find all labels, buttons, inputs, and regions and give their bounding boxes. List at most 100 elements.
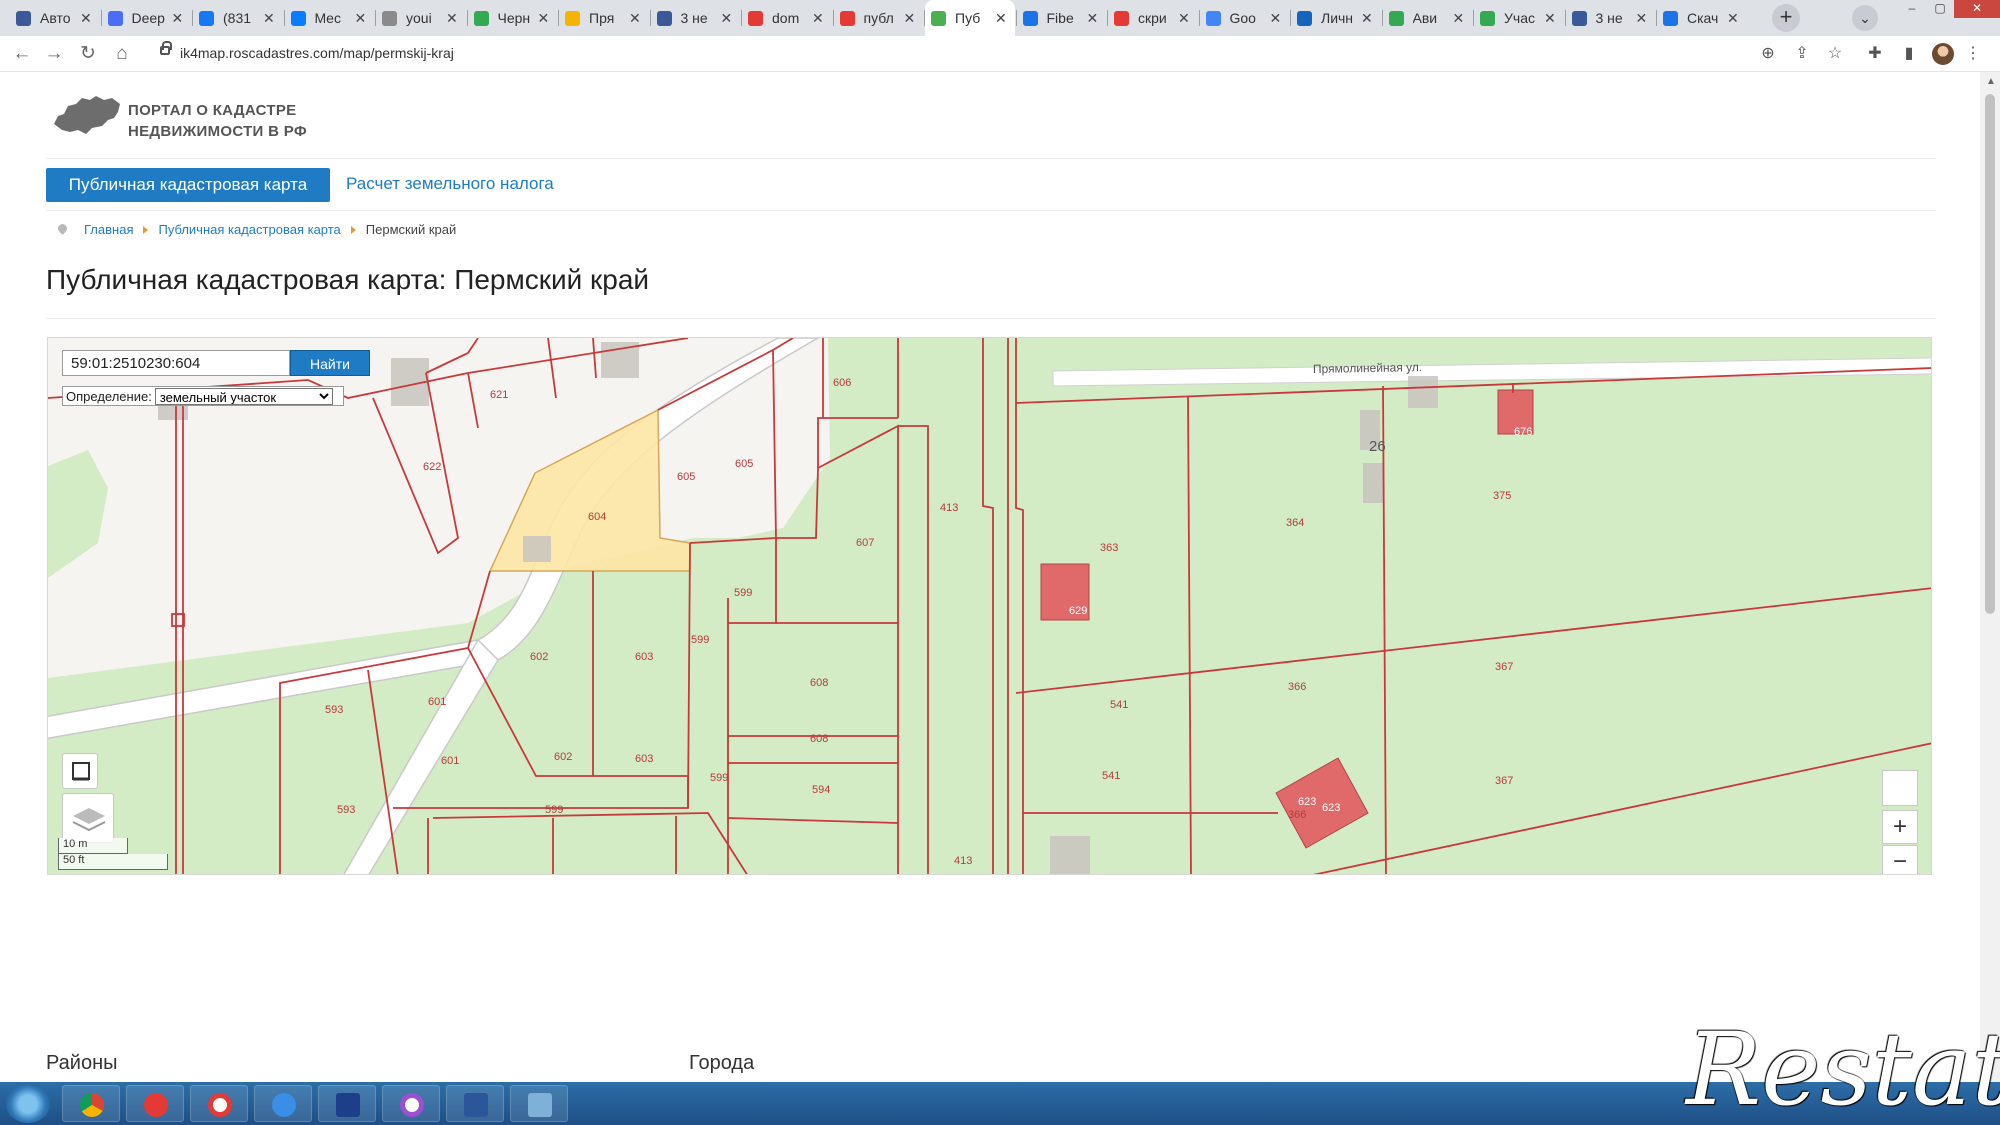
- tab-close-icon[interactable]: ✕: [538, 10, 550, 27]
- browser-tab[interactable]: Пуб ✕: [925, 0, 1015, 36]
- browser-tab[interactable]: скри ✕: [1108, 0, 1198, 36]
- measure-tool-button[interactable]: [62, 753, 98, 789]
- browser-tab[interactable]: Fibe ✕: [1017, 0, 1107, 36]
- parcel-label[interactable]: 605: [677, 471, 695, 483]
- tab-close-icon[interactable]: ✕: [1544, 10, 1556, 27]
- taskbar-word[interactable]: [446, 1085, 504, 1122]
- tab-close-icon[interactable]: ✕: [995, 10, 1007, 27]
- home-button[interactable]: ⌂: [110, 42, 134, 66]
- parcel-label[interactable]: 375: [1493, 490, 1511, 502]
- tab-close-icon[interactable]: ✕: [721, 10, 733, 27]
- breadcrumb-home-link[interactable]: Главная: [84, 222, 133, 237]
- tab-search-button[interactable]: ⌄: [1852, 5, 1878, 31]
- tab-close-icon[interactable]: ✕: [812, 10, 824, 27]
- parcel-label[interactable]: 623: [1298, 796, 1316, 808]
- tab-close-icon[interactable]: ✕: [80, 10, 92, 27]
- browser-tab[interactable]: Авто ✕: [10, 0, 100, 36]
- parcel-label[interactable]: 608: [810, 677, 828, 689]
- parcel-label[interactable]: 605: [735, 458, 753, 470]
- tab-close-icon[interactable]: ✕: [446, 10, 458, 27]
- scroll-up-arrow-icon[interactable]: ▲: [1986, 76, 1996, 87]
- parcel-label[interactable]: 599: [710, 772, 728, 784]
- back-button[interactable]: ←: [10, 42, 34, 66]
- parcel-label[interactable]: 367: [1495, 661, 1513, 673]
- new-tab-button[interactable]: +: [1772, 4, 1800, 32]
- taskbar-opera[interactable]: [382, 1085, 440, 1122]
- taskbar-media-player[interactable]: [254, 1085, 312, 1122]
- parcel-label[interactable]: 602: [554, 751, 572, 763]
- parcel-label[interactable]: 603: [635, 753, 653, 765]
- parcel-label[interactable]: 629: [1069, 605, 1087, 617]
- parcel-label[interactable]: 594: [812, 784, 830, 796]
- tab-close-icon[interactable]: ✕: [1087, 10, 1099, 27]
- tab-close-icon[interactable]: ✕: [1636, 10, 1648, 27]
- parcel-label[interactable]: 599: [545, 804, 563, 816]
- find-button[interactable]: Найти: [290, 350, 370, 376]
- browser-tab[interactable]: Учас ✕: [1474, 0, 1564, 36]
- tab-close-icon[interactable]: ✕: [1727, 10, 1739, 27]
- parcel-label[interactable]: 366: [1288, 681, 1306, 693]
- parcel-label[interactable]: 413: [940, 502, 958, 514]
- parcel-label[interactable]: 33B: [1063, 873, 1090, 875]
- address-bar[interactable]: ik4map.roscadastres.com/map/permskij-kra…: [148, 41, 1768, 67]
- parcel-label[interactable]: 621: [490, 389, 508, 401]
- browser-tab[interactable]: Пря ✕: [559, 0, 649, 36]
- parcel-label[interactable]: 622: [423, 461, 441, 473]
- window-close-button[interactable]: ✕: [1954, 0, 2000, 18]
- tab-close-icon[interactable]: ✕: [355, 10, 367, 27]
- extensions-icon[interactable]: ✚: [1864, 43, 1886, 65]
- map-reset-button[interactable]: [1882, 770, 1918, 806]
- bookmark-star-icon[interactable]: ☆: [1824, 43, 1846, 65]
- parcel-label[interactable]: 676: [1514, 426, 1532, 438]
- tab-close-icon[interactable]: ✕: [263, 10, 275, 27]
- taskbar-save-app[interactable]: [318, 1085, 376, 1122]
- parcel-label[interactable]: 601: [428, 696, 446, 708]
- parcel-label[interactable]: 541: [1110, 699, 1128, 711]
- forward-button[interactable]: →: [42, 42, 66, 66]
- parcel-label[interactable]: 366: [1288, 809, 1306, 821]
- russia-map-logo-icon[interactable]: [52, 94, 122, 136]
- parcel-label[interactable]: 601: [441, 755, 459, 767]
- browser-tab[interactable]: Черн ✕: [468, 0, 558, 36]
- browser-tab[interactable]: Ави ✕: [1383, 0, 1473, 36]
- parcel-label[interactable]: 599: [691, 634, 709, 646]
- cadastral-map[interactable]: 6306216226046056056066074135995996026036…: [47, 337, 1932, 875]
- nav-land-tax-link[interactable]: Расчет земельного налога: [346, 174, 554, 194]
- parcel-label[interactable]: 26: [1369, 438, 1386, 455]
- parcel-label[interactable]: 363: [1100, 542, 1118, 554]
- browser-tab[interactable]: публ ✕: [834, 0, 924, 36]
- browser-tab[interactable]: 3 не ✕: [1566, 0, 1656, 36]
- nav-cadastral-map-button[interactable]: Публичная кадастровая карта: [46, 168, 330, 202]
- maximize-button[interactable]: ▢: [1926, 0, 1954, 18]
- parcel-label[interactable]: 607: [856, 537, 874, 549]
- parcel-label[interactable]: 603: [635, 651, 653, 663]
- tab-close-icon[interactable]: ✕: [1453, 10, 1465, 27]
- browser-tab[interactable]: Mec ✕: [285, 0, 375, 36]
- parcel-label[interactable]: 593: [337, 804, 355, 816]
- tab-close-icon[interactable]: ✕: [629, 10, 641, 27]
- tab-close-icon[interactable]: ✕: [1270, 10, 1282, 27]
- reload-button[interactable]: ↻: [76, 42, 100, 66]
- parcel-label[interactable]: 604: [588, 511, 606, 523]
- parcel-label[interactable]: 413: [954, 855, 972, 867]
- zoom-out-button[interactable]: −: [1882, 845, 1918, 874]
- profile-avatar[interactable]: [1932, 43, 1954, 65]
- browser-tab[interactable]: dom ✕: [742, 0, 832, 36]
- taskbar-explorer[interactable]: [510, 1085, 568, 1122]
- browser-tab[interactable]: 3 не ✕: [651, 0, 741, 36]
- zoom-in-button[interactable]: +: [1882, 810, 1918, 844]
- parcel-label[interactable]: 602: [530, 651, 548, 663]
- taskbar-yandex-browser[interactable]: [190, 1085, 248, 1122]
- parcel-label[interactable]: 608: [810, 733, 828, 745]
- share-icon[interactable]: ⇪: [1791, 43, 1813, 65]
- definition-select[interactable]: земельный участок: [154, 387, 333, 405]
- parcel-label[interactable]: 541: [1102, 770, 1120, 782]
- cadastral-number-input[interactable]: [62, 350, 290, 376]
- parcel-label[interactable]: 599: [734, 587, 752, 599]
- tab-close-icon[interactable]: ✕: [1361, 10, 1373, 27]
- browser-tab[interactable]: (831 ✕: [193, 0, 283, 36]
- url-text[interactable]: ik4map.roscadastres.com/map/permskij-kra…: [180, 45, 454, 61]
- parcel-label[interactable]: 623: [1322, 802, 1340, 814]
- minimize-button[interactable]: –: [1898, 0, 1926, 18]
- parcel-label[interactable]: 367: [1495, 775, 1513, 787]
